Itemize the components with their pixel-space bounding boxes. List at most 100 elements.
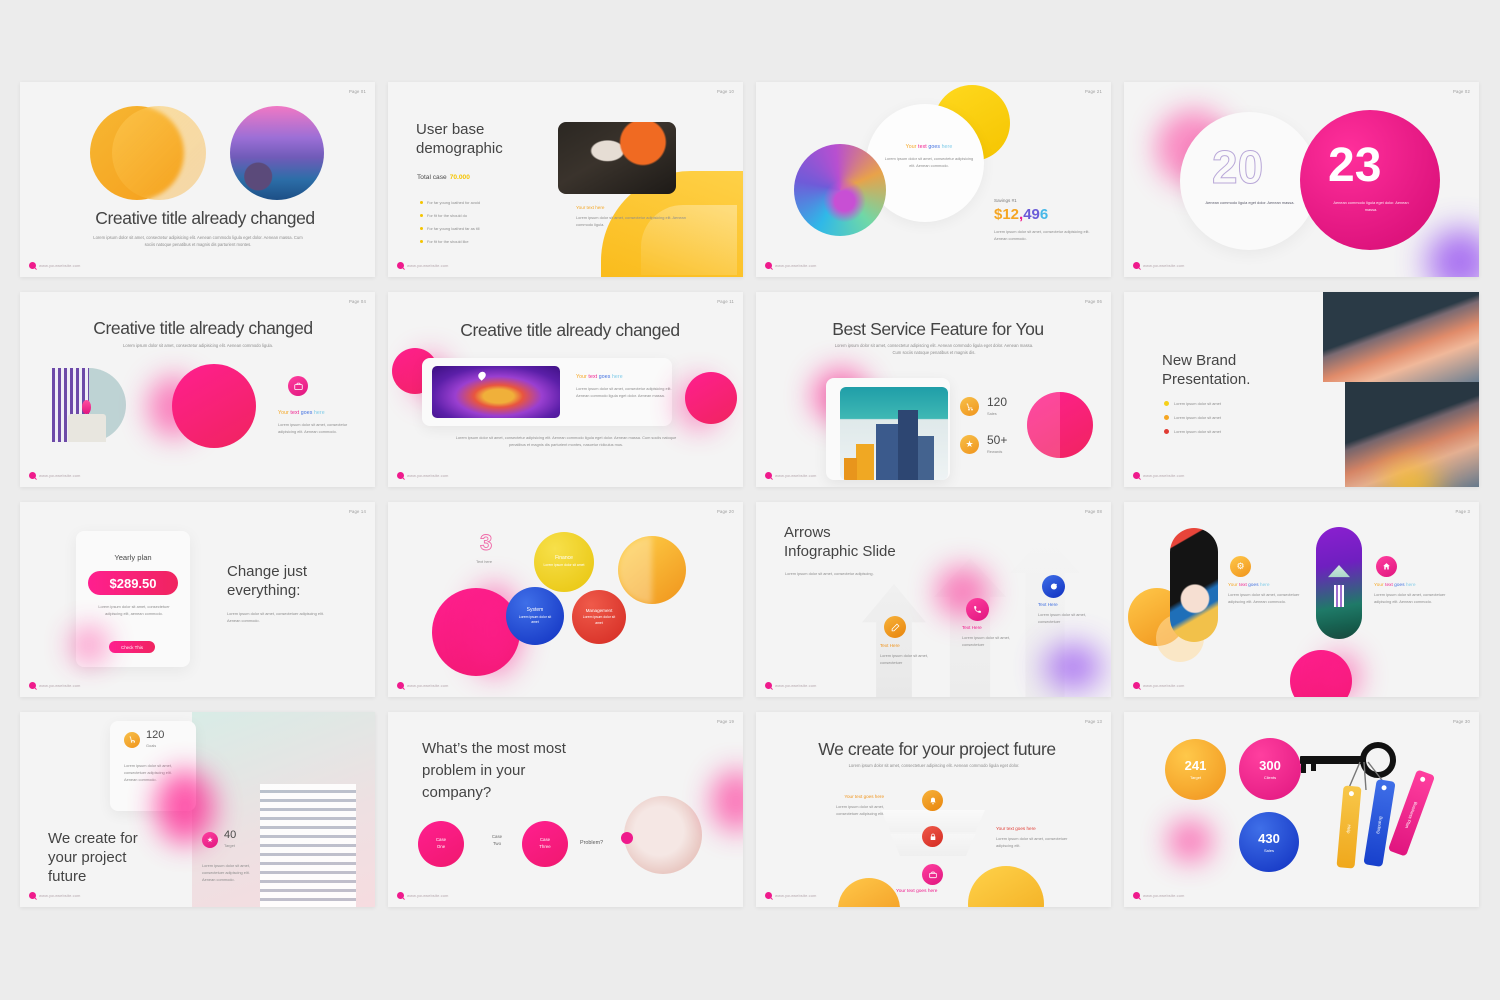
decor-pedestal bbox=[68, 414, 106, 442]
slide-thumbnail-2[interactable]: Page 10 User base demographic Total case… bbox=[388, 82, 743, 277]
stat-value: 241 bbox=[1184, 758, 1207, 773]
step-heading: Your text goes here bbox=[844, 794, 884, 799]
footer: www.yourwebsite.com bbox=[765, 472, 816, 479]
slide-thumbnail-15[interactable]: Page 13 We create for your project futur… bbox=[756, 712, 1111, 907]
price-badge: $289.50 bbox=[88, 571, 178, 595]
bubble-body: Lorem ipsum dolor sit amet bbox=[518, 614, 552, 624]
decor-purple-glow bbox=[1427, 229, 1479, 277]
slide-thumbnail-7[interactable]: Page 06 Best Service Feature for You Lor… bbox=[756, 292, 1111, 487]
decor-vase bbox=[82, 400, 91, 414]
photo-woman bbox=[558, 122, 676, 194]
bubble-title: Finance bbox=[555, 555, 573, 562]
savings-label: Savings #1 bbox=[994, 198, 1017, 203]
slide-thumbnail-12[interactable]: Page 3 ⚙ Your text goes here Lorem ipsum… bbox=[1124, 502, 1479, 697]
slide-thumbnail-9[interactable]: Page 14 Yearly plan $289.50 Lorem ipsum … bbox=[20, 502, 375, 697]
footer: www.yourwebsite.com bbox=[1133, 472, 1184, 479]
page-number: Page 08 bbox=[1084, 509, 1102, 514]
search-icon bbox=[397, 892, 404, 899]
left-body: Aenean commodo ligula eget dolor. Aenean… bbox=[1205, 200, 1295, 205]
page-number: Page 14 bbox=[348, 509, 366, 514]
list-item: For fit for the should like bbox=[420, 238, 480, 245]
search-icon bbox=[29, 682, 36, 689]
search-icon bbox=[765, 472, 772, 479]
search-icon bbox=[1133, 262, 1140, 269]
bullet-dot-icon bbox=[1164, 415, 1169, 421]
footer: www.yourwebsite.com bbox=[1133, 892, 1184, 899]
search-icon bbox=[765, 262, 772, 269]
decor-orange-sphere-highlight bbox=[618, 536, 652, 604]
bullet-text: Lorem ipsum dolor sit amet bbox=[1174, 429, 1221, 435]
price-value: $289.50 bbox=[109, 575, 157, 591]
slide-title-line2: everything: bbox=[227, 582, 301, 599]
page-number: Page 30 bbox=[1452, 719, 1470, 724]
slide-thumbnail-6[interactable]: Page 11 Creative title already changed Y… bbox=[388, 292, 743, 487]
case-three-badge[interactable]: Case Three bbox=[522, 821, 568, 867]
bubble-finance[interactable]: Finance Lorem ipsum dolor sit amet bbox=[534, 532, 594, 592]
bell-icon bbox=[922, 790, 943, 811]
footer-url: www.yourwebsite.com bbox=[1143, 263, 1185, 268]
bubble-system[interactable]: System Lorem ipsum dolor sit amet bbox=[506, 587, 564, 645]
cta-button[interactable]: Check This bbox=[109, 641, 155, 653]
page-number: Page 10 bbox=[716, 89, 734, 94]
decor-pink-circle bbox=[172, 364, 256, 448]
number-badge: 3 bbox=[480, 530, 493, 556]
list-item: Lorem ipsum dolor sit amet bbox=[1164, 428, 1221, 435]
bubble-management[interactable]: Management Lorem ipsum dolor sit amet bbox=[572, 590, 626, 644]
slide-thumbnail-4[interactable]: Page 02 20 23 Aenean commodo ligula eget… bbox=[1124, 82, 1479, 277]
circle-body: Lorem ipsum dolor sit amet, consectetur … bbox=[884, 156, 974, 169]
stat-circle-target[interactable]: 241 Target bbox=[1165, 739, 1226, 800]
page-number: Page 01 bbox=[348, 89, 366, 94]
footer-url: www.yourwebsite.com bbox=[775, 893, 817, 898]
slide-thumbnail-14[interactable]: Page 19 What’s the most most problem in … bbox=[388, 712, 743, 907]
footer: www.yourwebsite.com bbox=[765, 892, 816, 899]
decor-gradient-sphere bbox=[794, 144, 886, 236]
footer: www.yourwebsite.com bbox=[29, 472, 80, 479]
savings-body: Lorem ipsum dolor sit amet, consectetur … bbox=[994, 229, 1090, 242]
phone-icon bbox=[966, 598, 989, 621]
stat-circle-sales[interactable]: 430 Sales bbox=[1239, 812, 1299, 872]
list-item: For far young loathed far as till bbox=[420, 225, 480, 232]
slide-thumbnail-10[interactable]: Page 20 3 Text here Finance Lorem ipsum … bbox=[388, 502, 743, 697]
bubble-body: Lorem ipsum dolor sit amet bbox=[543, 563, 585, 568]
stat-body: Lorem ipsum dolor sit amet, consectetuer… bbox=[202, 863, 251, 883]
search-icon bbox=[1133, 682, 1140, 689]
search-icon bbox=[397, 472, 404, 479]
slide-title-line1: User base bbox=[416, 121, 485, 138]
search-icon bbox=[29, 262, 36, 269]
bullet-text: Lorem ipsum dolor sit amet bbox=[1174, 415, 1221, 421]
lock-icon bbox=[922, 826, 943, 847]
bubble-title: Management bbox=[585, 608, 613, 614]
slide-thumbnail-3[interactable]: Page 21 Your text goes here Lorem ipsum … bbox=[756, 82, 1111, 277]
page-number: Page 13 bbox=[1084, 719, 1102, 724]
photo-illustration-girl bbox=[1170, 528, 1218, 642]
section-body: Lorem ipsum dolor sit amet, consectetur … bbox=[278, 422, 348, 435]
footer: www.yourwebsite.com bbox=[765, 682, 816, 689]
case-one-badge[interactable]: Case One bbox=[418, 821, 464, 867]
slide-thumbnail-8[interactable]: Page 05 New Brand Presentation. Lorem ip… bbox=[1124, 292, 1479, 487]
slide-thumbnail-11[interactable]: Page 08 Arrows Infographic Slide Lorem i… bbox=[756, 502, 1111, 697]
bullet-text: For fit for the should like bbox=[427, 239, 469, 245]
slide-thumbnail-16[interactable]: Page 30 241 Target 300 Clients 430 Sales bbox=[1124, 712, 1479, 907]
footer-url: www.yourwebsite.com bbox=[39, 893, 81, 898]
question-label: Problem? bbox=[580, 840, 604, 846]
slide-title: Creative title already changed bbox=[93, 318, 313, 338]
slide-thumbnail-1[interactable]: Page 01 Creative title already changed L… bbox=[20, 82, 375, 277]
stat-row: 120 Sales bbox=[960, 396, 1007, 417]
slide-subtitle: Lorem ipsum dolor sit amet, consectetur … bbox=[123, 343, 273, 348]
stat-value: 300 bbox=[1259, 757, 1281, 773]
card-body: Lorem ipsum dolor sit amet, consectetur … bbox=[576, 215, 686, 228]
decor-orange-circle-left bbox=[838, 878, 900, 907]
slide-title-line1: Arrows bbox=[784, 524, 831, 541]
decor-pink-glow bbox=[1168, 820, 1212, 862]
column-title: Text Here bbox=[880, 643, 900, 648]
slide-thumbnail-13[interactable]: 120 Goals Lorem ipsum dolor sit amet, co… bbox=[20, 712, 375, 907]
slide-title-line2: demographic bbox=[416, 140, 503, 157]
stat-value: 120 bbox=[987, 395, 1008, 409]
number-label: Text here bbox=[476, 559, 493, 564]
circle-heading: Your text goes here bbox=[905, 144, 953, 150]
slide-grid: Page 01 Creative title already changed L… bbox=[20, 82, 1482, 920]
footer-url: www.yourwebsite.com bbox=[1143, 893, 1185, 898]
savings-value: $12,496 bbox=[994, 206, 1049, 223]
page-number: Page 20 bbox=[716, 509, 734, 514]
slide-thumbnail-5[interactable]: Page 04 Creative title already changed L… bbox=[20, 292, 375, 487]
